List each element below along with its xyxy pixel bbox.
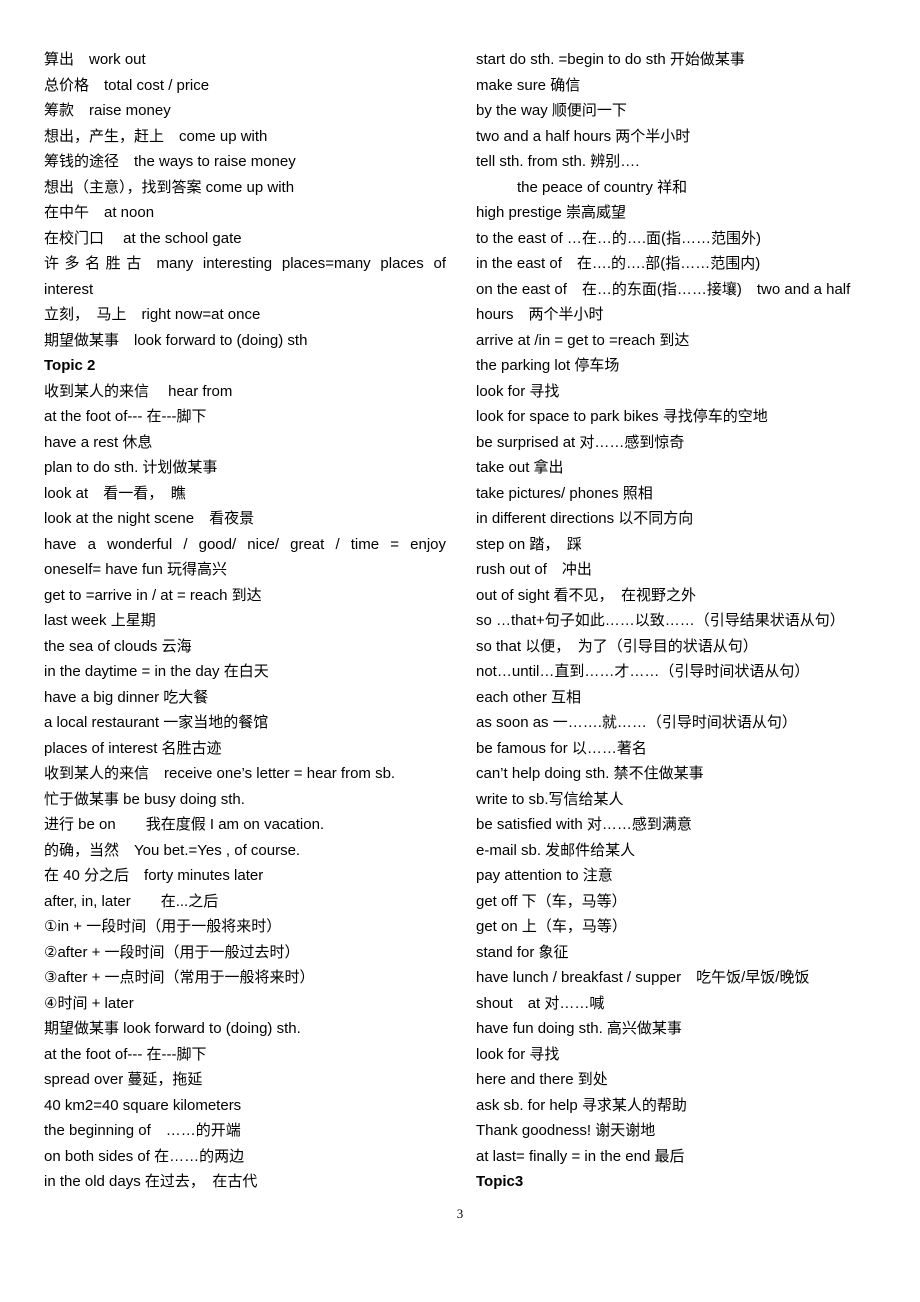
- vocab-line: 许多名胜古 many interesting places=many place…: [44, 255, 446, 272]
- vocab-line: start do sth. =begin to do sth 开始做某事: [476, 51, 745, 68]
- vocab-line: 的确，当然 You bet.=Yes , of course.: [44, 841, 301, 859]
- vocab-line: interest: [44, 280, 94, 298]
- vocab-line: have a rest 休息: [44, 433, 153, 451]
- vocab-line: 想出（主意），找到答案 come up with: [44, 178, 295, 196]
- vocab-line: so that 以便， 为了（引导目的状语从句）: [476, 637, 758, 655]
- vocab-line: 进行 be on 我在度假 I am on vacation.: [44, 816, 325, 833]
- vocab-line: each other 互相: [476, 688, 582, 706]
- vocab-line: ①in + 一段时间（用于一般将来时）: [44, 918, 282, 935]
- vocab-line: 立刻， 马上 right now=at once: [44, 306, 261, 323]
- vocab-line: the parking lot 停车场: [476, 357, 620, 374]
- section-heading: Topic3: [476, 1173, 524, 1190]
- vocab-line: stand for 象征: [476, 943, 569, 961]
- vocab-line: in different directions 以不同方向: [476, 510, 694, 527]
- right-column: start do sth. =begin to do sth 开始做某事 make…: [476, 47, 888, 1195]
- vocab-line: the peace of country 祥和: [517, 178, 688, 196]
- vocab-line: at last= finally = in the end 最后: [476, 1147, 685, 1165]
- vocab-line: pay attention to 注意: [476, 867, 613, 884]
- vocab-line: ②after + 一段时间（用于一般过去时）: [44, 943, 300, 961]
- vocab-line: tell sth. from sth. 辨别….: [476, 153, 640, 170]
- vocab-line: at the foot of--- 在---脚下: [44, 408, 207, 425]
- vocab-line: look for 寻找: [476, 1045, 560, 1063]
- vocab-line: have a big dinner 吃大餐: [44, 688, 209, 706]
- vocab-line: high prestige 崇高威望: [476, 204, 627, 221]
- vocab-line: 收到某人的来信 receive one’s letter = hear from…: [44, 765, 396, 782]
- vocab-line: to the east of …在…的….面(指……范围外): [476, 229, 762, 247]
- vocab-line: a local restaurant 一家当地的餐馆: [44, 714, 269, 731]
- vocab-line: in the east of 在….的….部(指……范围内): [476, 255, 761, 272]
- vocab-line: can’t help doing sth. 禁不住做某事: [476, 765, 704, 782]
- vocab-line: have fun doing sth. 高兴做某事: [476, 1020, 682, 1037]
- vocab-line: take out 拿出: [476, 459, 564, 476]
- vocab-line: look for 寻找: [476, 382, 560, 400]
- vocab-line: get off 下（车，马等）: [476, 892, 627, 910]
- vocab-line: get on 上（车，马等）: [476, 918, 627, 935]
- vocab-line: 总价格 total cost / price: [44, 76, 210, 94]
- vocab-line: step on 踏， 踩: [476, 535, 582, 553]
- vocab-line: in the daytime = in the day 在白天: [44, 663, 269, 680]
- vocab-line: e-mail sb. 发邮件给某人: [476, 841, 636, 859]
- vocab-line: get to =arrive in / at = reach 到达: [44, 586, 262, 604]
- vocab-line: 期望做某事 look forward to (doing) sth.: [44, 1020, 301, 1037]
- vocab-line: out of sight 看不见， 在视野之外: [476, 586, 697, 604]
- vocab-line: ③after + 一点时间（常用于一般将来时）: [44, 969, 315, 986]
- vocab-line: 期望做某事 look forward to (doing) sth: [44, 331, 308, 349]
- vocab-line: two and a half hours 两个半小时: [476, 127, 691, 145]
- vocab-line: ④时间 + later: [44, 994, 134, 1012]
- left-column: 算出 work out 总价格 total cost / price 筹款 rais…: [44, 47, 446, 1195]
- vocab-line: so …that+句子如此……以致……（引导结果状语从句）: [476, 612, 845, 629]
- vocab-line: in the old days 在过去， 在古代: [44, 1173, 258, 1190]
- vocab-line: be surprised at 对……感到惊奇: [476, 433, 685, 451]
- vocab-line: 想出，产生，赶上 come up with: [44, 127, 268, 145]
- vocab-line: after, in, later 在...之后: [44, 892, 219, 910]
- vocab-line: have lunch / breakfast / supper 吃午饭/早饭/晚…: [476, 969, 810, 986]
- vocab-line: be famous for 以……著名: [476, 739, 647, 757]
- vocab-line: make sure 确信: [476, 76, 581, 94]
- vocab-line: the sea of clouds 云海: [44, 637, 192, 655]
- vocab-line: look at the night scene 看夜景: [44, 510, 255, 527]
- vocab-line: here and there 到处: [476, 1071, 608, 1088]
- vocab-line: last week 上星期: [44, 612, 156, 629]
- section-heading: Topic 2: [44, 357, 96, 374]
- vocab-line: look for space to park bikes 寻找停车的空地: [476, 408, 768, 425]
- vocab-line: 收到某人的来信 hear from: [44, 382, 233, 400]
- vocab-line: 40 km2=40 square kilometers: [44, 1096, 242, 1114]
- vocab-line: 忙于做某事 be busy doing sth.: [44, 790, 245, 808]
- vocab-line: hours 两个半小时: [476, 306, 604, 323]
- vocab-line: take pictures/ phones 照相: [476, 484, 653, 502]
- vocab-line: 在中午 at noon: [44, 204, 155, 221]
- vocab-line: as soon as 一…….就……（引导时间状语从句）: [476, 714, 797, 731]
- vocab-line: the beginning of ……的开端: [44, 1122, 241, 1139]
- vocab-line: 在校门口 at the school gate: [44, 229, 242, 247]
- vocab-line: shout at 对……喊: [476, 994, 605, 1012]
- vocab-line: 算出 work out: [44, 51, 146, 68]
- vocab-line: 筹钱的途径 the ways to raise money: [44, 153, 296, 170]
- vocab-line: plan to do sth. 计划做某事: [44, 459, 218, 476]
- vocab-line: look at 看一看， 瞧: [44, 484, 186, 502]
- vocab-line: at the foot of--- 在---脚下: [44, 1045, 207, 1063]
- vocab-line: on both sides of 在……的两边: [44, 1147, 245, 1165]
- vocab-line: spread over 蔓延，拖延: [44, 1071, 203, 1088]
- page-number: 3: [456, 1206, 464, 1221]
- vocab-line: be satisfied with 对……感到满意: [476, 816, 692, 833]
- vocab-line: ask sb. for help 寻求某人的帮助: [476, 1096, 687, 1114]
- vocab-line: Thank goodness! 谢天谢地: [476, 1122, 656, 1139]
- vocab-line: by the way 顺便问一下: [476, 102, 627, 119]
- vocab-line: 在 40 分之后 forty minutes later: [44, 867, 264, 884]
- vocab-line: places of interest 名胜古迹: [44, 739, 222, 757]
- vocab-line: rush out of 冲出: [476, 561, 592, 578]
- vocab-line: not…until…直到……才……（引导时间状语从句）: [476, 663, 810, 680]
- vocab-line: oneself= have fun 玩得高兴: [44, 561, 228, 578]
- vocab-line: on the east of 在…的东面(指……接壤) two and a ha…: [476, 280, 851, 298]
- vocab-line: have a wonderful / good/ nice/ great / t…: [44, 535, 446, 553]
- vocab-line: arrive at /in = get to =reach 到达: [476, 331, 690, 349]
- vocab-line: write to sb.写信给某人: [476, 790, 624, 808]
- vocab-line: 筹款 raise money: [44, 102, 171, 119]
